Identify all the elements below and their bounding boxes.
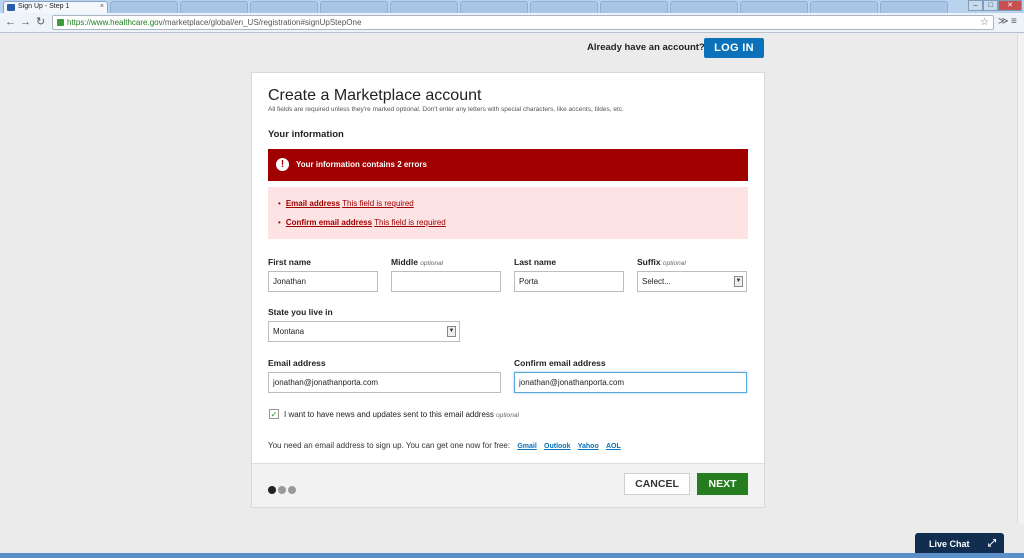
error-item[interactable]: • Email address This field is required xyxy=(278,199,414,208)
last-name-field[interactable]: Porta xyxy=(514,271,624,292)
browser-tab[interactable] xyxy=(110,1,178,13)
extension-icon[interactable]: ≫ xyxy=(998,16,1008,27)
tab-sign-up[interactable]: Sign Up - Step 1 × xyxy=(3,1,108,13)
optional-tag: optional xyxy=(663,260,686,267)
window-close-icon[interactable]: ✕ xyxy=(998,0,1022,11)
email-field[interactable]: jonathan@jonathanporta.com xyxy=(268,372,501,393)
state-select[interactable]: Montana ▼ xyxy=(268,321,460,342)
state-label: State you live in xyxy=(268,307,333,317)
page-subtitle: All fields are required unless they're m… xyxy=(268,106,624,113)
lock-icon xyxy=(57,19,64,26)
newsletter-checkbox[interactable]: ✓ xyxy=(269,409,279,419)
browser-tab[interactable] xyxy=(390,1,458,13)
suffix-select[interactable]: Select... ▼ xyxy=(637,271,747,292)
exclamation-icon: ! xyxy=(276,158,289,171)
newsletter-label[interactable]: I want to have news and updates sent to … xyxy=(284,410,519,419)
reload-icon[interactable]: ↻ xyxy=(36,16,45,29)
wrench-menu-icon[interactable]: ≡ xyxy=(1011,16,1017,27)
confirm-email-field[interactable]: jonathan@jonathanporta.com xyxy=(514,372,747,393)
url-scheme: https:// xyxy=(67,18,92,27)
first-name-label: First name xyxy=(268,257,311,267)
step-dot xyxy=(278,486,286,494)
forward-arrow-icon[interactable]: → xyxy=(20,16,31,29)
gmail-link[interactable]: Gmail xyxy=(517,443,536,450)
error-field-link[interactable]: Confirm email address xyxy=(286,218,372,227)
healthcare-favicon-icon xyxy=(7,4,15,11)
chevron-down-icon[interactable]: ▼ xyxy=(734,276,743,287)
optional-tag: optional xyxy=(420,260,444,267)
card-footer: CANCEL NEXT xyxy=(252,463,764,507)
free-email-text: You need an email address to sign up. Yo… xyxy=(268,441,621,450)
confirm-email-label: Confirm email address xyxy=(514,358,606,368)
browser-tab[interactable] xyxy=(320,1,388,13)
browser-tab[interactable] xyxy=(810,1,878,13)
tab-title: Sign Up - Step 1 xyxy=(18,3,70,10)
state-select-value: Montana xyxy=(273,327,305,336)
error-list: • Email address This field is required • C… xyxy=(268,187,748,239)
step-indicator xyxy=(268,481,298,499)
aol-link[interactable]: AOL xyxy=(606,443,621,450)
browser-tab[interactable] xyxy=(740,1,808,13)
bookmark-star-icon[interactable]: ☆ xyxy=(980,16,989,29)
address-bar[interactable]: https://www.healthcare.gov/marketplace/g… xyxy=(52,15,994,30)
os-taskbar xyxy=(0,553,1024,558)
outlook-link[interactable]: Outlook xyxy=(544,443,570,450)
browser-tab[interactable] xyxy=(600,1,668,13)
browser-tab[interactable] xyxy=(530,1,598,13)
cancel-button[interactable]: CANCEL xyxy=(624,473,690,495)
browser-tab[interactable] xyxy=(670,1,738,13)
tab-close-icon[interactable]: × xyxy=(100,2,104,12)
browser-toolbar: ← → ↻ https://www.healthcare.gov/marketp… xyxy=(0,13,1024,33)
login-button[interactable]: LOG IN xyxy=(704,38,764,58)
browser-tab[interactable] xyxy=(880,1,948,13)
browser-tabstrip: Sign Up - Step 1 × ‒ □ ✕ xyxy=(0,0,1024,13)
expand-icon[interactable]: ⤢ xyxy=(988,533,996,555)
step-dot xyxy=(288,486,296,494)
have-account-text: Already have an account? xyxy=(587,42,705,53)
first-name-field[interactable]: Jonathan xyxy=(268,271,378,292)
url-host: www.healthcare.gov xyxy=(91,18,163,27)
error-message: This field is required xyxy=(374,218,446,227)
error-field-link[interactable]: Email address xyxy=(286,199,340,208)
signup-card: Create a Marketplace account All fields … xyxy=(251,72,765,508)
error-banner: ! Your information contains 2 errors xyxy=(268,149,748,181)
next-button[interactable]: NEXT xyxy=(697,473,748,495)
middle-name-label: Middle optional xyxy=(391,257,444,267)
middle-name-field[interactable] xyxy=(391,271,501,292)
suffix-label: Suffix optional xyxy=(637,257,686,267)
url-path: /marketplace/global/en_US/registration#s… xyxy=(162,18,362,27)
browser-tab[interactable] xyxy=(180,1,248,13)
page-title: Create a Marketplace account xyxy=(268,87,482,104)
email-label: Email address xyxy=(268,358,326,368)
back-arrow-icon[interactable]: ← xyxy=(5,16,16,29)
maximize-icon[interactable]: □ xyxy=(983,0,998,11)
minimize-icon[interactable]: ‒ xyxy=(968,0,983,11)
last-name-label: Last name xyxy=(514,257,557,267)
error-banner-text: Your information contains 2 errors xyxy=(296,160,427,169)
browser-tab[interactable] xyxy=(460,1,528,13)
step-dot xyxy=(268,486,276,494)
section-title: Your information xyxy=(268,129,344,140)
chevron-down-icon[interactable]: ▼ xyxy=(447,326,456,337)
live-chat-label: Live Chat xyxy=(929,539,970,549)
error-message: This field is required xyxy=(342,199,414,208)
page-scrollbar[interactable] xyxy=(1017,34,1024,524)
suffix-select-value: Select... xyxy=(642,277,671,286)
live-chat-button[interactable]: Live Chat ⤢ xyxy=(915,533,1004,555)
browser-tab[interactable] xyxy=(250,1,318,13)
yahoo-link[interactable]: Yahoo xyxy=(578,443,599,450)
error-item[interactable]: • Confirm email address This field is req… xyxy=(278,218,446,227)
optional-tag: optional xyxy=(496,412,519,419)
